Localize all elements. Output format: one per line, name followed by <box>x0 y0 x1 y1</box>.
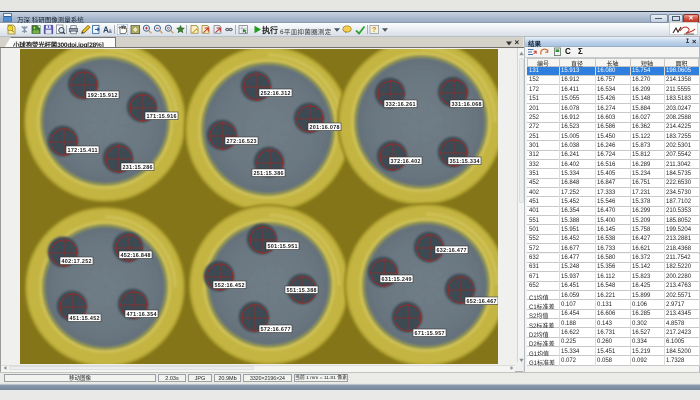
svg-text:231:15.286: 231:15.286 <box>123 164 153 170</box>
svg-text:551:15.388: 551:15.388 <box>287 287 317 293</box>
svg-text:?: ? <box>372 27 376 34</box>
svg-text:171:15.916: 171:15.916 <box>147 113 177 119</box>
svg-text:451:15.452: 451:15.452 <box>70 315 100 321</box>
svg-text:172:15.411: 172:15.411 <box>68 147 98 153</box>
svg-text:652:16.467: 652:16.467 <box>467 298 497 304</box>
svg-text:501:15.951: 501:15.951 <box>268 243 298 249</box>
svg-text:402:17.252: 402:17.252 <box>62 258 92 264</box>
svg-text:192:15.912: 192:15.912 <box>88 92 118 98</box>
svg-text:251:15.386: 251:15.386 <box>254 170 284 176</box>
svg-text:201:16.078: 201:16.078 <box>310 124 340 130</box>
svg-text:332:16.261: 332:16.261 <box>386 101 416 107</box>
svg-text:272:16.523: 272:16.523 <box>227 138 257 144</box>
svg-text:452:16.848: 452:16.848 <box>121 252 151 258</box>
svg-text:471:16.354: 471:16.354 <box>127 311 157 317</box>
svg-text:671:15.957: 671:15.957 <box>415 330 445 336</box>
svg-text:632:16.477: 632:16.477 <box>437 247 467 253</box>
svg-text:372:16.402: 372:16.402 <box>391 158 421 164</box>
svg-text:331:16.068: 331:16.068 <box>452 101 482 107</box>
svg-text:631:15.249: 631:15.249 <box>382 276 412 282</box>
svg-text:552:16.452: 552:16.452 <box>215 282 245 288</box>
svg-text:252:16.312: 252:16.312 <box>261 90 291 96</box>
svg-text:a: a <box>108 29 112 35</box>
svg-text:351:15.334: 351:15.334 <box>450 158 480 164</box>
svg-text:572:16.677: 572:16.677 <box>261 326 291 332</box>
